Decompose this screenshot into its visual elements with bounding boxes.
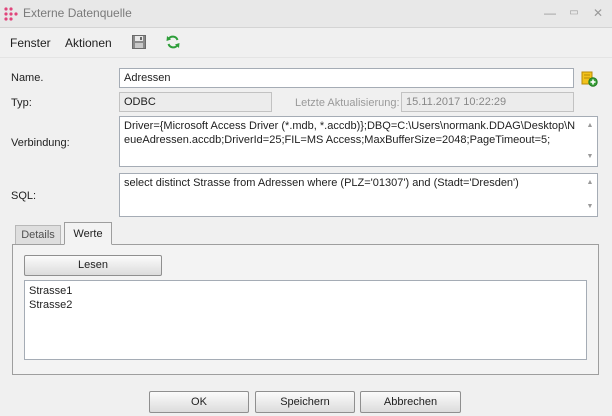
values-list[interactable]: Strasse1 Strasse2: [24, 280, 587, 360]
ok-button[interactable]: OK: [149, 391, 249, 413]
tab-details[interactable]: Details: [15, 225, 61, 245]
verbindung-textarea[interactable]: Driver={Microsoft Access Driver (*.mdb, …: [119, 116, 598, 167]
scroll-down-icon[interactable]: ▼: [585, 150, 595, 164]
last-update-field: 15.11.2017 10:22:29: [401, 92, 574, 112]
close-button[interactable]: ✕: [588, 4, 608, 22]
dots-logo-icon: [4, 7, 18, 21]
list-item[interactable]: Strasse1: [29, 284, 582, 298]
typ-field: ODBC: [119, 92, 272, 112]
verbindung-label: Verbindung:: [11, 137, 70, 149]
speichern-button[interactable]: Speichern: [255, 391, 355, 413]
refresh-icon[interactable]: [165, 34, 181, 50]
scroll-up-icon[interactable]: ▲: [585, 119, 595, 133]
sql-textarea[interactable]: select distinct Strasse from Adressen wh…: [119, 173, 598, 217]
minimize-button[interactable]: —: [540, 4, 560, 22]
sql-text: select distinct Strasse from Adressen wh…: [124, 177, 519, 189]
tab-werte[interactable]: Werte: [64, 222, 112, 245]
scroll-up-icon[interactable]: ▲: [585, 176, 595, 190]
abbrechen-button[interactable]: Abbrechen: [360, 391, 461, 413]
menu-fenster[interactable]: Fenster: [10, 36, 51, 50]
title-bar: Externe Datenquelle — ▭ ✕: [0, 0, 612, 28]
sql-label: SQL:: [11, 190, 37, 202]
maximize-button[interactable]: ▭: [564, 4, 584, 22]
floppy-disk-icon[interactable]: [131, 34, 147, 50]
typ-label: Typ:: [11, 97, 32, 109]
menu-aktionen[interactable]: Aktionen: [65, 36, 112, 50]
window-title: Externe Datenquelle: [23, 6, 132, 20]
name-label: Name.: [11, 72, 44, 84]
list-item[interactable]: Strasse2: [29, 298, 582, 312]
last-update-label: Letzte Aktualisierung:: [295, 97, 400, 109]
menu-bar: Fenster Aktionen: [0, 28, 612, 58]
lesen-button[interactable]: Lesen: [24, 255, 162, 276]
name-input[interactable]: Adressen: [119, 68, 574, 88]
add-source-icon[interactable]: [580, 69, 598, 87]
verbindung-text: Driver={Microsoft Access Driver (*.mdb, …: [124, 120, 576, 146]
scroll-down-icon[interactable]: ▼: [585, 200, 595, 214]
